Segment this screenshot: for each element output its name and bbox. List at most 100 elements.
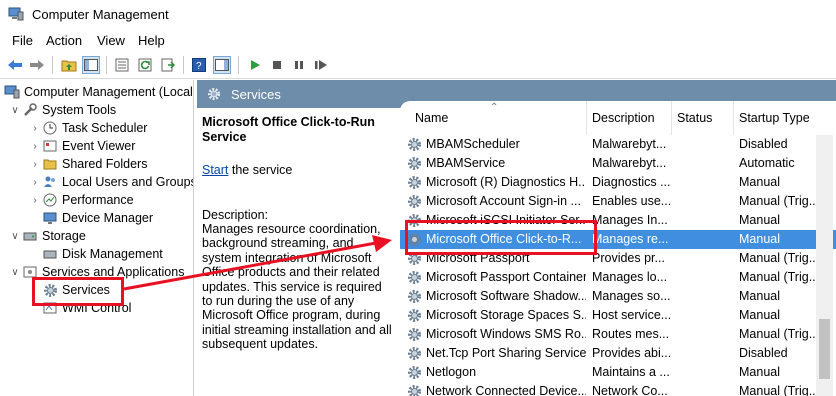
tree-node-system-tools[interactable]: ∨ System Tools bbox=[8, 101, 116, 119]
computer-management-icon bbox=[8, 7, 24, 21]
service-gear-icon bbox=[407, 384, 422, 396]
start-service-icon[interactable] bbox=[246, 56, 264, 74]
collapse-chevron-icon[interactable]: ∨ bbox=[8, 105, 22, 116]
expand-chevron-icon[interactable]: › bbox=[28, 123, 42, 134]
service-gear-icon bbox=[407, 289, 422, 304]
column-header-startup-type[interactable]: Startup Type bbox=[734, 101, 836, 135]
export-list-icon[interactable] bbox=[159, 56, 177, 74]
service-gear-icon bbox=[407, 308, 422, 323]
tree-node-local-users[interactable]: › Local Users and Groups bbox=[28, 173, 193, 191]
tree-node-event-viewer[interactable]: › Event Viewer bbox=[28, 137, 135, 155]
service-description-cell: Provides pr... bbox=[592, 251, 665, 265]
tree-node-services[interactable]: Services bbox=[42, 281, 110, 299]
stop-service-icon[interactable] bbox=[268, 56, 286, 74]
expand-chevron-icon[interactable]: › bbox=[28, 195, 42, 206]
restart-service-icon[interactable] bbox=[312, 56, 330, 74]
column-header-name[interactable]: ⌃ Name bbox=[400, 101, 587, 135]
pause-service-icon[interactable] bbox=[290, 56, 308, 74]
service-name-cell: Network Connected Device... bbox=[426, 384, 586, 396]
service-row[interactable]: Microsoft Account Sign-in ... Enables use… bbox=[400, 192, 836, 211]
show-hide-action-pane-icon[interactable] bbox=[213, 56, 231, 74]
performance-icon bbox=[42, 192, 58, 208]
menu-bar: File Action View Help bbox=[0, 30, 836, 52]
service-description-cell: Malwarebyt... bbox=[592, 156, 667, 170]
service-name-cell: Microsoft Software Shadow... bbox=[426, 289, 586, 303]
tree-node-device-manager[interactable]: Device Manager bbox=[42, 209, 153, 227]
storage-icon bbox=[22, 228, 38, 244]
service-name-cell: Microsoft Windows SMS Ro... bbox=[426, 327, 586, 341]
tree-node-storage[interactable]: ∨ Storage bbox=[8, 227, 85, 245]
help-icon[interactable]: ? bbox=[190, 56, 208, 74]
wmi-icon bbox=[42, 300, 58, 316]
toolbar: ? bbox=[0, 52, 836, 79]
svg-text:?: ? bbox=[196, 61, 202, 72]
tree-node-services-apps[interactable]: ∨ Services and Applications bbox=[8, 263, 184, 281]
collapse-chevron-icon[interactable]: ∨ bbox=[8, 267, 22, 278]
properties-icon[interactable] bbox=[113, 56, 131, 74]
device-manager-icon bbox=[42, 210, 58, 226]
scrollbar-thumb[interactable] bbox=[819, 319, 830, 379]
service-row[interactable]: Microsoft Office Click-to-R... Manages re… bbox=[400, 230, 836, 249]
service-name-cell: Microsoft Storage Spaces S... bbox=[426, 308, 586, 322]
tree-node-wmi-control[interactable]: WMI Control bbox=[42, 299, 131, 317]
expand-chevron-icon[interactable]: › bbox=[28, 141, 42, 152]
service-row[interactable]: Microsoft Windows SMS Ro... Routes mes...… bbox=[400, 325, 836, 344]
start-service-line: Start the service bbox=[202, 163, 292, 177]
services-list: ⌃ Name Description Status Startup Type M… bbox=[400, 101, 836, 396]
tree-node-task-scheduler[interactable]: › Task Scheduler bbox=[28, 119, 147, 137]
services-main-pane: Services Microsoft Office Click-to-Run S… bbox=[197, 80, 836, 396]
tree-node-disk-management[interactable]: Disk Management bbox=[42, 245, 163, 263]
up-folder-icon[interactable] bbox=[60, 56, 78, 74]
service-description-cell: Manages re... bbox=[592, 232, 669, 246]
service-row[interactable]: MBAMService Malwarebyt... Automatic bbox=[400, 154, 836, 173]
shared-folder-icon bbox=[42, 156, 58, 172]
tree-node-performance[interactable]: › Performance bbox=[28, 191, 133, 209]
service-row[interactable]: Microsoft iSCSI Initiator Ser... Manages … bbox=[400, 211, 836, 230]
computer-icon bbox=[4, 84, 20, 100]
forward-arrow-icon[interactable] bbox=[28, 56, 46, 74]
service-row[interactable]: Net.Tcp Port Sharing Service Provides abi… bbox=[400, 344, 836, 363]
service-description-cell: Provides abi... bbox=[592, 346, 670, 360]
service-name-cell: Net.Tcp Port Sharing Service bbox=[426, 346, 586, 360]
service-row[interactable]: Microsoft Passport Container Manages lo..… bbox=[400, 268, 836, 287]
service-description-cell: Host service... bbox=[592, 308, 670, 322]
column-header-status[interactable]: Status bbox=[672, 101, 734, 135]
service-row[interactable]: Microsoft (R) Diagnostics H... Diagnostic… bbox=[400, 173, 836, 192]
refresh-icon[interactable] bbox=[136, 56, 154, 74]
service-row[interactable]: Microsoft Storage Spaces S... Host servic… bbox=[400, 306, 836, 325]
service-row[interactable]: Microsoft Passport Provides pr... Manual (… bbox=[400, 249, 836, 268]
service-gear-icon bbox=[407, 365, 422, 380]
menu-view[interactable]: View bbox=[97, 33, 125, 48]
menu-help[interactable]: Help bbox=[138, 33, 165, 48]
service-row[interactable]: Microsoft Software Shadow... Manages so..… bbox=[400, 287, 836, 306]
service-row[interactable]: MBAMScheduler Malwarebyt... Disabled bbox=[400, 135, 836, 154]
services-gear-icon bbox=[42, 282, 58, 298]
back-arrow-icon[interactable] bbox=[6, 56, 24, 74]
service-name-cell: Microsoft Passport Container bbox=[426, 270, 586, 284]
service-gear-icon bbox=[407, 327, 422, 342]
show-hide-tree-icon[interactable] bbox=[82, 56, 100, 74]
start-service-suffix: the service bbox=[228, 163, 293, 177]
expand-chevron-icon[interactable]: › bbox=[28, 177, 42, 188]
menu-file[interactable]: File bbox=[12, 33, 33, 48]
start-service-link[interactable]: Start bbox=[202, 163, 228, 177]
menu-action[interactable]: Action bbox=[46, 33, 82, 48]
service-description-cell: Enables use... bbox=[592, 194, 670, 208]
expand-chevron-icon[interactable]: › bbox=[28, 159, 42, 170]
vertical-scrollbar[interactable] bbox=[816, 135, 833, 396]
service-gear-icon bbox=[407, 232, 422, 247]
services-header-title: Services bbox=[231, 87, 281, 102]
service-row[interactable]: Network Connected Device... Network Co...… bbox=[400, 382, 836, 396]
service-description-cell: Manages so... bbox=[592, 289, 670, 303]
column-header-description[interactable]: Description bbox=[587, 101, 672, 135]
service-name-cell: Netlogon bbox=[426, 365, 477, 379]
title-bar: Computer Management bbox=[0, 0, 836, 30]
tree-node-shared-folders[interactable]: › Shared Folders bbox=[28, 155, 147, 173]
service-name-cell: MBAMScheduler bbox=[426, 137, 520, 151]
collapse-chevron-icon[interactable]: ∨ bbox=[8, 231, 22, 242]
event-viewer-icon bbox=[42, 138, 58, 154]
sort-ascending-icon: ⌃ bbox=[490, 102, 499, 113]
service-row[interactable]: Netlogon Maintains a ... Manual bbox=[400, 363, 836, 382]
tree-node-root[interactable]: Computer Management (Local bbox=[4, 83, 193, 101]
disk-icon bbox=[42, 246, 58, 262]
